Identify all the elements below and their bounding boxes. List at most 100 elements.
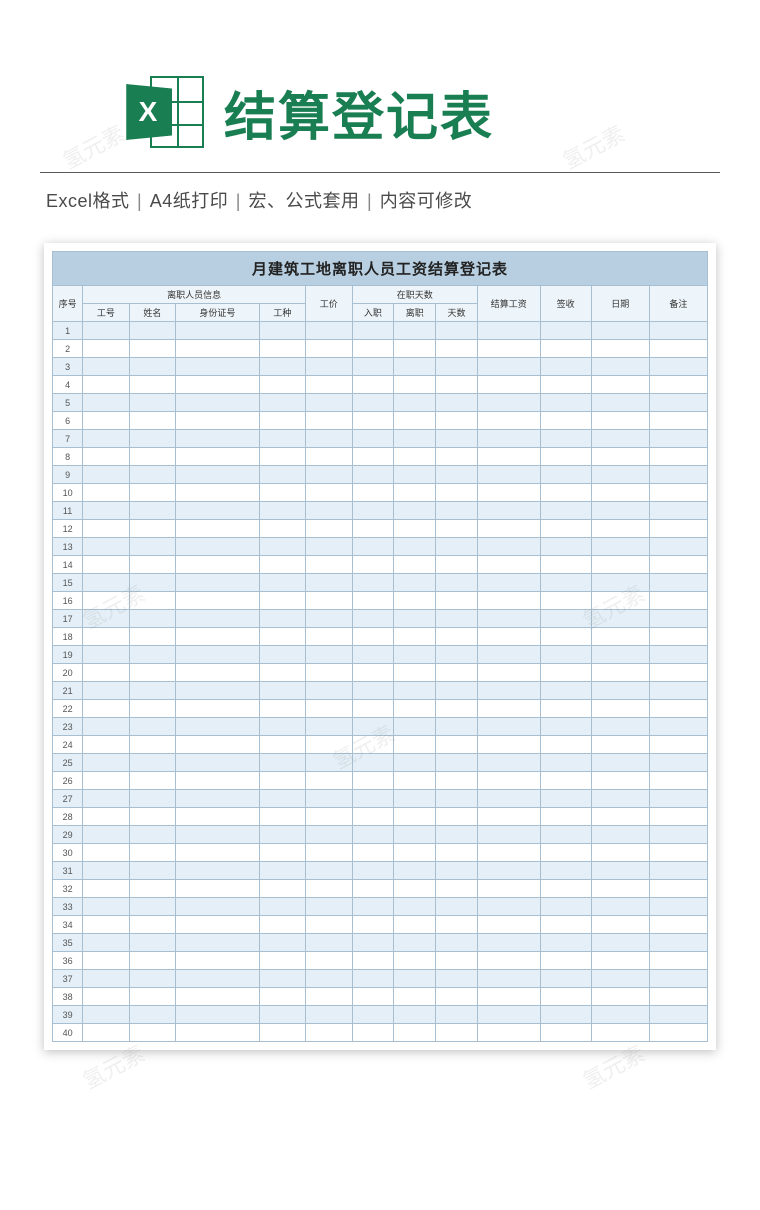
empty-cell: [436, 502, 478, 520]
empty-cell: [477, 700, 540, 718]
empty-cell: [259, 430, 305, 448]
empty-cell: [352, 646, 394, 664]
empty-cell: [394, 502, 436, 520]
empty-cell: [352, 520, 394, 538]
empty-cell: [477, 358, 540, 376]
empty-cell: [129, 988, 175, 1006]
empty-cell: [649, 628, 707, 646]
empty-cell: [649, 898, 707, 916]
empty-cell: [83, 682, 129, 700]
row-number: 27: [53, 790, 83, 808]
empty-cell: [352, 376, 394, 394]
empty-cell: [352, 1006, 394, 1024]
table-row: 22: [53, 700, 708, 718]
empty-cell: [129, 610, 175, 628]
empty-cell: [176, 862, 260, 880]
empty-cell: [540, 520, 591, 538]
empty-cell: [394, 934, 436, 952]
empty-cell: [83, 664, 129, 682]
empty-cell: [352, 466, 394, 484]
settlement-table: 月建筑工地离职人员工资结算登记表 序号 离职人员信息 工价 在职天数 结算工资 …: [52, 251, 708, 1042]
empty-cell: [540, 988, 591, 1006]
empty-cell: [540, 358, 591, 376]
empty-cell: [176, 538, 260, 556]
empty-cell: [352, 862, 394, 880]
row-number: 8: [53, 448, 83, 466]
empty-cell: [306, 610, 352, 628]
empty-cell: [394, 484, 436, 502]
empty-cell: [540, 448, 591, 466]
empty-cell: [649, 610, 707, 628]
empty-cell: [540, 718, 591, 736]
empty-cell: [394, 358, 436, 376]
empty-cell: [649, 988, 707, 1006]
empty-cell: [129, 502, 175, 520]
empty-cell: [259, 718, 305, 736]
empty-cell: [352, 628, 394, 646]
empty-cell: [259, 628, 305, 646]
empty-cell: [306, 430, 352, 448]
empty-cell: [259, 502, 305, 520]
empty-cell: [649, 934, 707, 952]
row-number: 32: [53, 880, 83, 898]
empty-cell: [436, 718, 478, 736]
empty-cell: [259, 808, 305, 826]
empty-cell: [540, 790, 591, 808]
excel-icon-letter: X: [139, 96, 158, 128]
empty-cell: [591, 772, 649, 790]
empty-cell: [83, 862, 129, 880]
empty-cell: [259, 682, 305, 700]
col-group-days: 在职天数: [352, 286, 477, 304]
empty-cell: [394, 718, 436, 736]
row-number: 11: [53, 502, 83, 520]
empty-cell: [394, 394, 436, 412]
empty-cell: [540, 592, 591, 610]
empty-cell: [477, 610, 540, 628]
empty-cell: [591, 790, 649, 808]
empty-cell: [259, 664, 305, 682]
row-number: 34: [53, 916, 83, 934]
empty-cell: [477, 592, 540, 610]
empty-cell: [176, 358, 260, 376]
empty-cell: [394, 736, 436, 754]
col-remark: 备注: [649, 286, 707, 322]
empty-cell: [394, 322, 436, 340]
empty-cell: [591, 952, 649, 970]
empty-cell: [591, 322, 649, 340]
empty-cell: [83, 592, 129, 610]
empty-cell: [83, 988, 129, 1006]
empty-cell: [477, 520, 540, 538]
empty-cell: [591, 502, 649, 520]
empty-cell: [649, 466, 707, 484]
empty-cell: [649, 880, 707, 898]
table-title: 月建筑工地离职人员工资结算登记表: [53, 252, 708, 286]
col-date: 日期: [591, 286, 649, 322]
empty-cell: [83, 610, 129, 628]
empty-cell: [591, 430, 649, 448]
empty-cell: [477, 682, 540, 700]
empty-cell: [394, 916, 436, 934]
empty-cell: [591, 466, 649, 484]
empty-cell: [306, 970, 352, 988]
empty-cell: [176, 430, 260, 448]
empty-cell: [259, 376, 305, 394]
empty-cell: [352, 322, 394, 340]
empty-cell: [591, 682, 649, 700]
empty-cell: [591, 484, 649, 502]
empty-cell: [540, 682, 591, 700]
empty-cell: [352, 664, 394, 682]
empty-cell: [259, 844, 305, 862]
empty-cell: [352, 898, 394, 916]
row-number: 12: [53, 520, 83, 538]
empty-cell: [83, 466, 129, 484]
empty-cell: [306, 772, 352, 790]
empty-cell: [83, 880, 129, 898]
empty-cell: [306, 592, 352, 610]
empty-cell: [176, 790, 260, 808]
empty-cell: [649, 826, 707, 844]
empty-cell: [176, 682, 260, 700]
empty-cell: [477, 826, 540, 844]
empty-cell: [306, 826, 352, 844]
table-row: 34: [53, 916, 708, 934]
empty-cell: [83, 718, 129, 736]
